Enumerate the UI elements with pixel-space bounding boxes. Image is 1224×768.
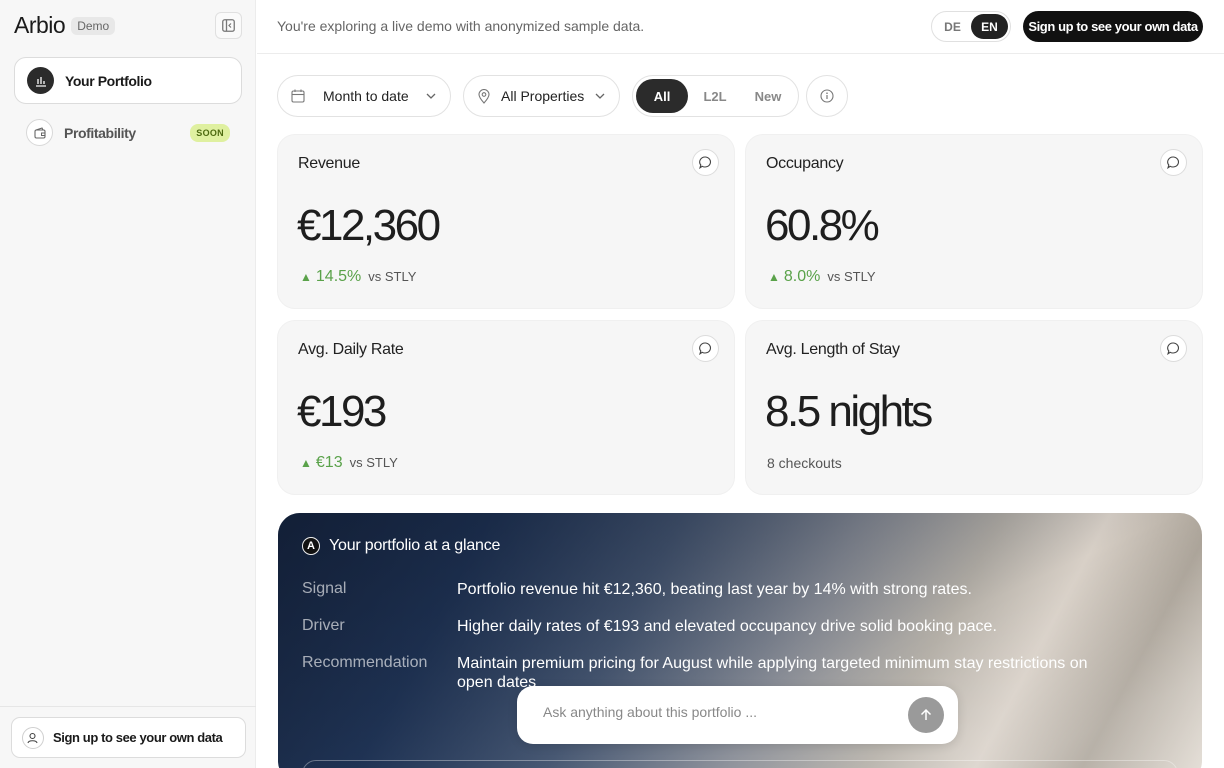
kpi-delta: ▲ 8.0% vs STLY [768,268,876,286]
kpi-value: €193 [297,387,387,436]
signup-button[interactable]: Sign up to see your own data [1023,11,1203,42]
sidebar-footer: Sign up to see your own data [0,706,256,768]
chat-bubble-icon[interactable] [1160,149,1187,176]
demo-notice: You're exploring a live demo with anonym… [277,18,645,34]
brand-name: Arbio [14,12,66,38]
kpi-value: €12,360 [297,201,441,250]
trend-up-icon: ▲ [300,270,312,284]
kpi-delta-value: 8.0% [783,268,821,285]
calendar-icon [291,89,305,103]
date-range-value: Month to date [323,88,409,104]
segment-all[interactable]: All [636,79,688,113]
language-en-button[interactable]: EN [971,14,1008,39]
glance-row-signal: Signal Portfolio revenue hit €12,360, be… [302,580,1117,599]
sidebar: Arbio Demo Your Portfolio Profitability … [0,0,256,768]
chat-bubble-icon[interactable] [692,335,719,362]
kpi-delta: ▲ €13 vs STLY [300,454,398,472]
kpi-delta-reference: vs STLY [827,269,876,284]
topbar: You're exploring a live demo with anonym… [257,0,1224,54]
kpi-subtext: 8 checkouts [767,455,842,471]
arrow-up-icon [920,708,932,720]
language-de-button[interactable]: DE [934,14,971,39]
kpi-card-avg-length-of-stay: Avg. Length of Stay 8.5 nights 8 checkou… [745,320,1203,495]
kpi-delta-reference: vs STLY [368,269,417,284]
properties-select[interactable]: All Properties [463,75,620,117]
user-icon [22,726,44,749]
kpi-title: Avg. Daily Rate [298,341,404,358]
trend-up-icon: ▲ [300,456,312,470]
glance-row-driver: Driver Higher daily rates of €193 and el… [302,617,1117,636]
properties-value: All Properties [501,88,585,104]
demo-badge: Demo [71,16,116,35]
kpi-delta-value: 14.5% [315,268,362,285]
kpi-card-occupancy: Occupancy 60.8% ▲ 8.0% vs STLY [745,134,1203,309]
kpi-card-revenue: Revenue €12,360 ▲ 14.5% vs STLY [277,134,735,309]
kpi-title: Revenue [298,155,360,172]
kpi-delta: ▲ 14.5% vs STLY [300,268,416,286]
sidebar-item-label: Your Portfolio [65,72,152,89]
segment-l2l[interactable]: L2L [688,79,742,113]
wallet-icon [26,119,53,146]
segment-new[interactable]: New [742,79,794,113]
info-button[interactable] [806,75,848,117]
chevron-down-icon [594,90,606,102]
assistant-logo-icon: A [302,537,320,555]
glance-title: Your portfolio at a glance [329,537,501,554]
chat-bubble-icon[interactable] [692,149,719,176]
glance-key: Driver [302,617,345,634]
kpi-title: Avg. Length of Stay [766,341,900,358]
kpi-value: 60.8% [765,201,880,250]
kpi-title: Occupancy [766,155,844,172]
sidebar-toggle-icon [222,19,235,32]
trend-up-icon: ▲ [768,270,780,284]
kpi-card-avg-daily-rate: Avg. Daily Rate €193 ▲ €13 vs STLY [277,320,735,495]
chat-bubble-icon[interactable] [1160,335,1187,362]
glance-value: Portfolio revenue hit €12,360, beating l… [457,581,972,598]
glance-value: Higher daily rates of €193 and elevated … [457,618,997,635]
sidebar-item-label: Profitability [64,124,136,141]
ask-box [517,686,958,744]
glance-key: Recommendation [302,654,428,671]
info-icon [820,89,834,103]
sidebar-item-your-portfolio[interactable]: Your Portfolio [14,57,242,104]
glance-header: A Your portfolio at a glance [302,537,500,555]
kpi-delta-reference: vs STLY [349,455,398,470]
sidebar-item-profitability[interactable]: Profitability SOON [14,109,242,156]
send-button[interactable] [908,697,944,733]
bar-chart-icon [27,67,54,94]
sidebar-signup-button[interactable]: Sign up to see your own data [11,717,246,758]
location-pin-icon [477,88,491,104]
segment-toggle: All L2L New [632,75,799,117]
chevron-down-icon [425,90,437,102]
kpi-value: 8.5 nights [765,387,933,436]
ask-input[interactable] [543,704,893,720]
sidebar-signup-label: Sign up to see your own data [53,730,223,745]
brand: Arbio Demo [14,12,116,39]
glance-key: Signal [302,580,347,597]
glance-secondary-frame [302,760,1178,768]
kpi-delta-value: €13 [315,454,343,471]
language-toggle: DE EN [931,11,1011,42]
soon-badge: SOON [190,123,230,142]
collapse-sidebar-button[interactable] [215,12,242,39]
date-range-select[interactable]: Month to date [277,75,451,117]
